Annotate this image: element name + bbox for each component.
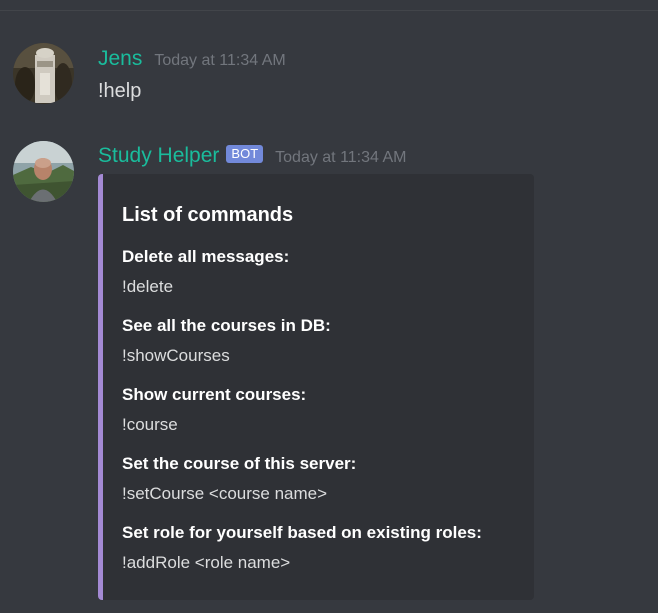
timestamp: Today at 11:34 AM xyxy=(154,52,286,69)
field-name: Delete all messages: xyxy=(122,247,290,266)
message-content: !help xyxy=(98,80,142,102)
embed-field: Show current courses: !course xyxy=(122,384,306,436)
message-header: Study Helper BOT Today at 11:34 AM xyxy=(98,143,406,169)
timestamp: Today at 11:34 AM xyxy=(275,149,407,166)
field-name: Set role for yourself based on existing … xyxy=(122,523,482,542)
field-value: !showCourses xyxy=(122,346,230,365)
embed-field: Set role for yourself based on existing … xyxy=(122,522,482,574)
chat-panel: Jens Today at 11:34 AM !help Study Helpe… xyxy=(0,0,658,613)
avatar-jens[interactable] xyxy=(13,43,74,104)
embed-field: See all the courses in DB: !showCourses xyxy=(122,315,331,367)
embed-field: Set the course of this server: !setCours… xyxy=(122,453,356,505)
username[interactable]: Study Helper xyxy=(98,143,219,169)
field-value: !delete xyxy=(122,277,174,296)
field-value: !addRole <role name> xyxy=(122,553,291,572)
field-name: See all the courses in DB: xyxy=(122,316,331,335)
field-value: !setCourse <course name> xyxy=(122,484,328,503)
avatar-study-helper[interactable] xyxy=(13,141,74,202)
bot-badge: BOT xyxy=(226,145,264,163)
field-value: !course xyxy=(122,415,178,434)
avatar-image xyxy=(13,43,74,104)
message-header: Jens Today at 11:34 AM xyxy=(98,46,286,72)
avatar-image xyxy=(13,141,74,202)
field-name: Show current courses: xyxy=(122,385,307,404)
embed: List of commands Delete all messages: !d… xyxy=(98,174,534,600)
embed-title: List of commands xyxy=(122,204,294,226)
field-name: Set the course of this server: xyxy=(122,454,357,473)
username[interactable]: Jens xyxy=(98,46,142,72)
embed-field: Delete all messages: !delete xyxy=(122,246,289,298)
divider xyxy=(0,10,658,11)
